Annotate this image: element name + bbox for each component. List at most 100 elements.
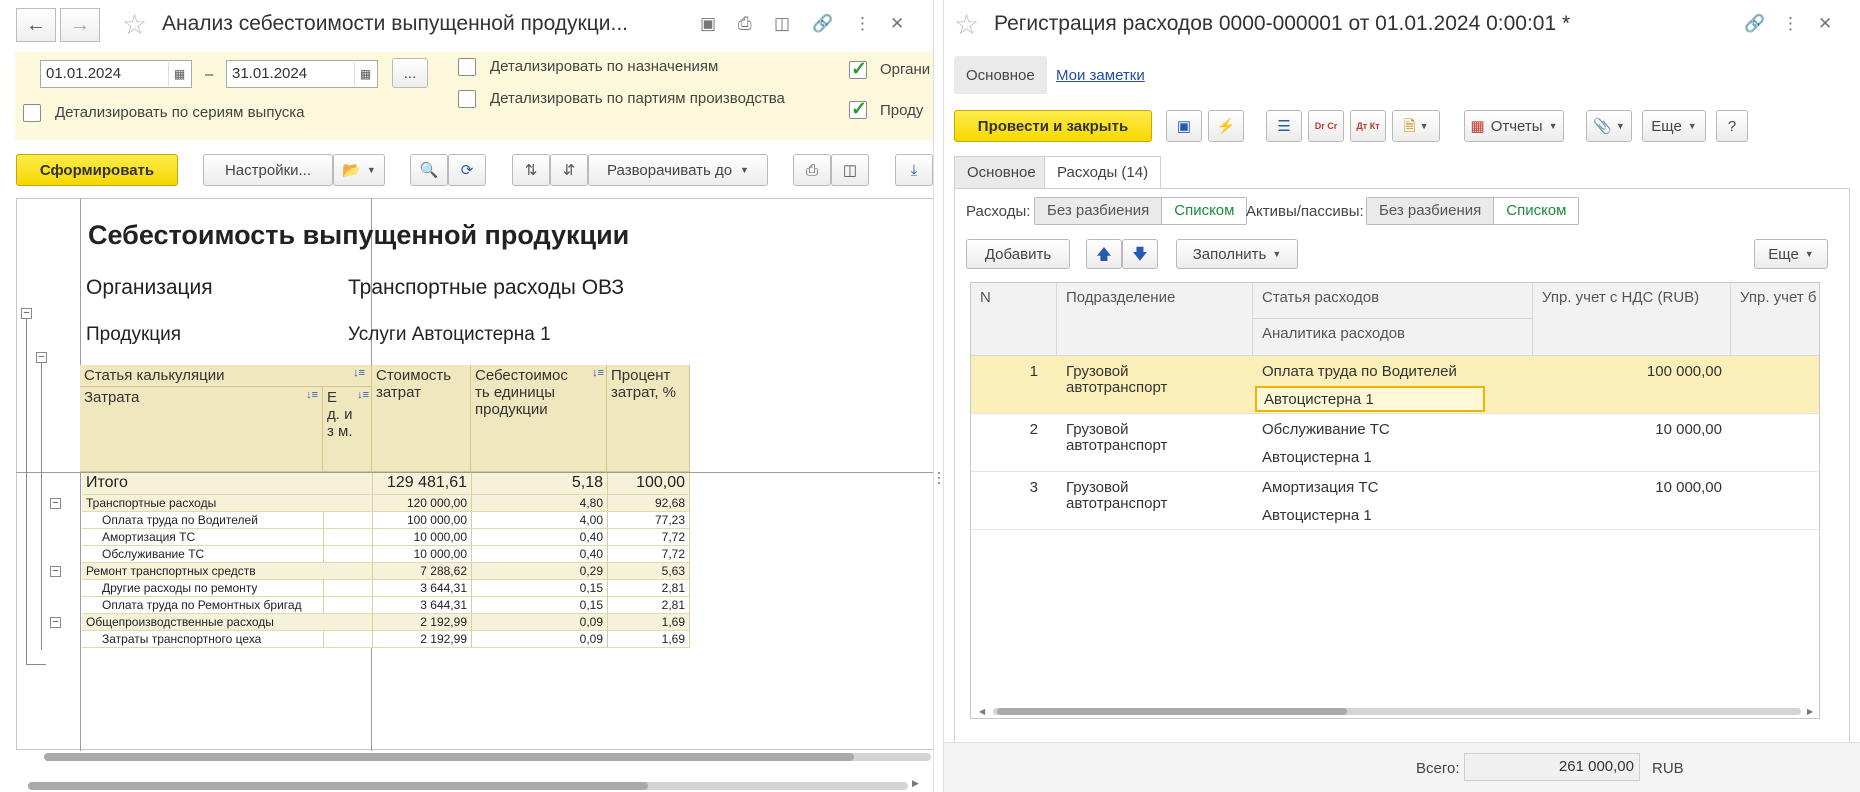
date-to-field[interactable]: 31.01.2024 ▦ [226, 60, 378, 88]
move-down-button[interactable]: 🡇 [1122, 239, 1158, 269]
print-icon[interactable]: ⎙ [738, 14, 752, 34]
row-article[interactable]: Оплата труда по Водителей [1253, 358, 1533, 385]
date-from-field[interactable]: 01.01.2024 ▦ [40, 60, 192, 88]
reports-button[interactable]: ▦ Отчеты ▼ [1464, 110, 1564, 142]
post-and-close-button[interactable]: Провести и закрыть [954, 110, 1152, 142]
sort-desc-icon: ⇵ [562, 161, 576, 179]
move-up-button[interactable]: 🡅 [1086, 239, 1122, 269]
row-dept-line2[interactable]: автотранспорт [1057, 490, 1253, 517]
col-header-dept[interactable]: Подразделение [1057, 283, 1253, 356]
scroll-right-icon[interactable]: ▶ [912, 778, 919, 789]
star-icon[interactable]: ☆ [122, 8, 147, 41]
table-row[interactable]: 3 Грузовой автотранспорт Амортизация ТС Авто… [971, 472, 1819, 530]
scroll-thumb[interactable] [44, 753, 854, 761]
star-icon[interactable]: ☆ [954, 8, 979, 41]
detail-series-checkbox[interactable] [23, 104, 41, 122]
scroll-left-icon[interactable]: ◀ [979, 707, 985, 716]
post-button[interactable]: ⚡ [1208, 110, 1244, 142]
collapse-icon[interactable]: − [21, 308, 32, 319]
pane-splitter[interactable] [933, 0, 944, 792]
save-button[interactable]: ▣ [1166, 110, 1202, 142]
col-header-amount[interactable]: Упр. учет с НДС (RUB) [1533, 283, 1731, 356]
assets-mode-option[interactable]: Без разбиения [1367, 198, 1495, 224]
link-icon[interactable]: 🔗 [812, 14, 833, 34]
row-number[interactable]: 1 [971, 358, 1047, 385]
row-amount[interactable]: 100 000,00 [1533, 358, 1731, 385]
row-dept-line2[interactable]: автотранспорт [1057, 374, 1253, 401]
row-dept-line2[interactable]: автотранспорт [1057, 432, 1253, 459]
forward-button[interactable]: → [60, 8, 100, 42]
preview-button[interactable]: ◫ [831, 154, 869, 186]
save-icon[interactable]: ▣ [700, 14, 716, 34]
subtab-main[interactable]: Основное [954, 156, 1049, 188]
row-article[interactable]: Обслуживание ТС [1253, 416, 1533, 443]
dr-cr-button[interactable]: Dr Cr [1308, 110, 1344, 142]
scroll-right-icon[interactable]: ▶ [1807, 707, 1813, 716]
calendar-icon[interactable]: ▦ [168, 62, 190, 86]
list-button[interactable]: ☰ [1266, 110, 1302, 142]
window-hscroll[interactable] [28, 782, 908, 790]
tab-notes[interactable]: Мои заметки [1044, 56, 1157, 94]
table-row[interactable]: 1 Грузовой автотранспорт Оплата труда по Во… [971, 356, 1819, 414]
period-select-button[interactable]: ... [392, 58, 428, 88]
table-hscroll[interactable] [993, 708, 1801, 715]
back-button[interactable]: ← [16, 8, 56, 42]
dt-kt-button[interactable]: Дт Кт [1350, 110, 1386, 142]
scroll-thumb[interactable] [997, 708, 1347, 715]
create-based-button[interactable]: 🗎 ▼ [1392, 110, 1440, 142]
scroll-thumb[interactable] [28, 782, 648, 790]
detail-purpose-checkbox[interactable] [458, 58, 476, 76]
fill-button[interactable]: Заполнить ▼ [1176, 239, 1298, 269]
menu-dots-icon[interactable]: ⋮ [854, 14, 871, 34]
product-checkbox[interactable] [849, 98, 867, 121]
subtab-expenses[interactable]: Расходы (14) [1044, 156, 1162, 188]
close-icon[interactable]: ✕ [890, 14, 904, 34]
link-icon[interactable]: 🔗 [1744, 14, 1765, 34]
tab-main[interactable]: Основное [954, 56, 1047, 94]
table-more-button[interactable]: Еще ▼ [1754, 239, 1828, 269]
col-header-amount2[interactable]: Упр. учет б [1731, 283, 1819, 356]
expand-to-button[interactable]: Разворачивать до ▼ [588, 154, 768, 186]
row-article[interactable]: Амортизация ТС [1253, 474, 1533, 501]
calendar-icon[interactable]: ▦ [354, 62, 376, 86]
expenses-mode-option[interactable]: Без разбиения [1035, 198, 1163, 224]
report-hscroll[interactable] [44, 753, 931, 761]
close-icon[interactable]: ✕ [1818, 14, 1832, 34]
print-button[interactable]: ⎙ [793, 154, 831, 186]
row-analytics[interactable]: Автоцистерна 1 [1253, 502, 1533, 529]
row-analytics[interactable]: Автоцистерна 1 [1253, 444, 1533, 471]
download-button[interactable]: ⤓ [895, 154, 933, 186]
more-button[interactable]: Еще ▼ [1642, 110, 1706, 142]
add-row-button[interactable]: Добавить [966, 239, 1070, 269]
search-next-button[interactable]: ⟳ [448, 154, 486, 186]
search-button[interactable]: 🔍 [410, 154, 448, 186]
row-amount[interactable]: 10 000,00 [1533, 474, 1731, 501]
generate-button[interactable]: Сформировать [16, 154, 178, 186]
sort-asc-button[interactable]: ⇅ [512, 154, 550, 186]
row-number[interactable]: 3 [971, 474, 1047, 501]
col-header-analytics[interactable]: Аналитика расходов [1253, 319, 1533, 356]
row-number[interactable]: 2 [971, 416, 1047, 443]
assets-mode-option-selected[interactable]: Списком [1494, 198, 1579, 224]
col-header-n[interactable]: N [971, 283, 1057, 356]
table-row[interactable]: 2 Грузовой автотранспорт Обслуживание ТС Авт… [971, 414, 1819, 472]
collapse-icon[interactable]: − [50, 498, 61, 509]
attach-button[interactable]: 📎 ▼ [1586, 110, 1632, 142]
menu-dots-icon[interactable]: ⋮ [1782, 14, 1799, 34]
sort-desc-button[interactable]: ⇵ [550, 154, 588, 186]
assets-mode-toggle[interactable]: Без разбиения Списком [1366, 197, 1580, 225]
col-header-article[interactable]: Статья расходов [1253, 283, 1533, 319]
collapse-icon[interactable]: − [36, 352, 47, 363]
row-amount[interactable]: 10 000,00 [1533, 416, 1731, 443]
row-analytics[interactable]: Автоцистерна 1 [1255, 386, 1485, 412]
preview-icon[interactable]: ◫ [774, 14, 790, 34]
settings-button[interactable]: Настройки... [203, 154, 333, 186]
organization-checkbox[interactable] [849, 58, 867, 81]
detail-batches-checkbox[interactable] [458, 90, 476, 108]
help-button[interactable]: ? [1716, 110, 1748, 142]
expenses-mode-option-selected[interactable]: Списком [1162, 198, 1247, 224]
expenses-mode-toggle[interactable]: Без разбиения Списком [1034, 197, 1248, 225]
collapse-icon[interactable]: − [50, 566, 61, 577]
collapse-icon[interactable]: − [50, 617, 61, 628]
variants-button[interactable]: 📂 ▼ [333, 154, 385, 186]
